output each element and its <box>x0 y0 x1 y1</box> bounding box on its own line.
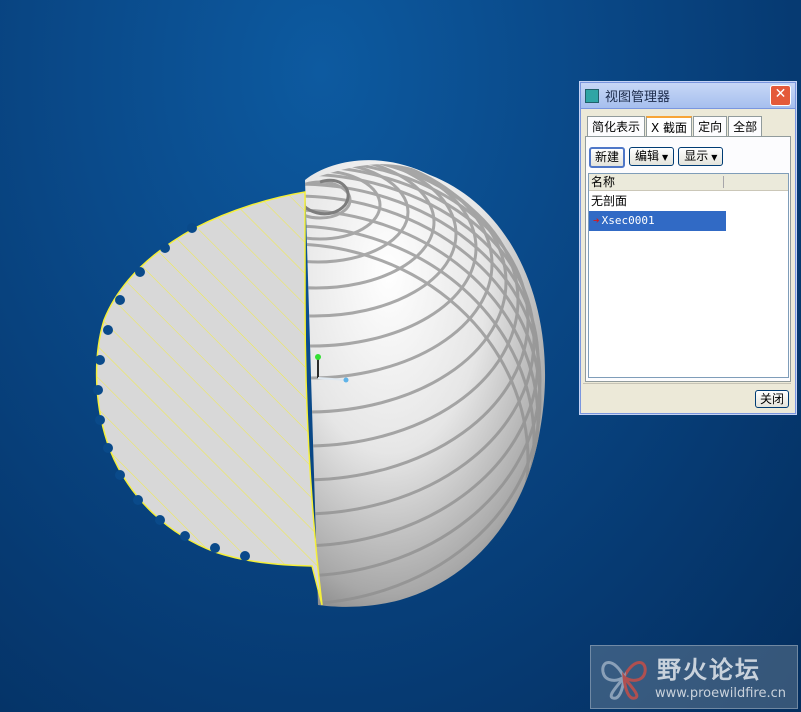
dialog-titlebar[interactable]: 视图管理器 ✕ <box>581 83 795 109</box>
list-item-label: Xsec0001 <box>601 214 655 227</box>
tab-all[interactable]: 全部 <box>728 116 763 137</box>
dialog-title: 视图管理器 <box>605 90 671 105</box>
close-button[interactable]: 关闭 <box>754 390 789 408</box>
butterfly-logo-icon <box>601 661 647 700</box>
active-arrow-icon: ➔ <box>593 214 600 227</box>
dialog-app-icon <box>585 88 599 103</box>
tab-simplified-rep[interactable]: 简化表示 <box>587 116 646 137</box>
chevron-down-icon: ▼ <box>711 153 718 162</box>
watermark: 野火论坛 www.proewildfire.cn <box>590 645 798 709</box>
toolbar: 新建 编辑 ▼ 显示 ▼ <box>589 147 724 168</box>
edit-button-label: 编辑 <box>635 149 660 163</box>
list-item-label: 无剖面 <box>591 194 628 208</box>
column-separator[interactable] <box>723 176 724 188</box>
chevron-down-icon: ▼ <box>662 153 669 162</box>
column-header-name: 名称 <box>591 175 616 189</box>
x-section-panel: 新建 编辑 ▼ 显示 ▼ 名称 无剖面 ➔ Xsec0001 <box>585 136 791 382</box>
view-manager-dialog: 视图管理器 ✕ 简化表示 X 截面 定向 全部 新建 编辑 ▼ 显示 ▼ 名称 无剖… <box>580 82 796 414</box>
display-dropdown-button[interactable]: 显示 ▼ <box>678 147 724 166</box>
sphere-model <box>93 160 546 607</box>
list-column-header[interactable]: 名称 <box>589 174 788 191</box>
section-list[interactable]: 名称 无剖面 ➔ Xsec0001 <box>588 173 789 378</box>
close-icon[interactable]: ✕ <box>770 85 791 106</box>
list-item-selected[interactable]: ➔ Xsec0001 <box>589 211 726 231</box>
edit-dropdown-button[interactable]: 编辑 ▼ <box>629 147 675 166</box>
display-button-label: 显示 <box>684 149 709 163</box>
list-item[interactable]: 无剖面 <box>589 191 788 211</box>
tab-orient[interactable]: 定向 <box>693 116 728 137</box>
new-button[interactable]: 新建 <box>589 147 626 168</box>
divider <box>583 383 791 384</box>
new-button-label: 新建 <box>595 150 620 164</box>
watermark-url: www.proewildfire.cn <box>655 686 786 701</box>
watermark-title: 野火论坛 <box>657 656 761 684</box>
